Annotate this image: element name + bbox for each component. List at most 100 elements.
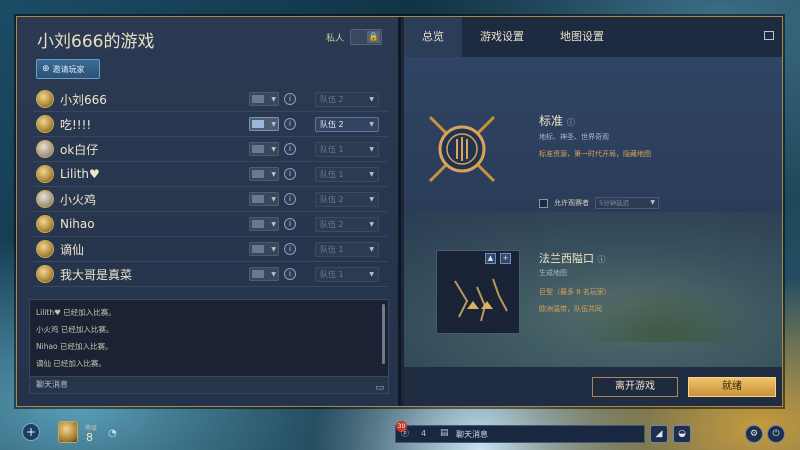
player-avatar-icon <box>36 115 54 133</box>
player-avatar-icon <box>36 190 54 208</box>
civ-select[interactable]: ▼ <box>249 217 279 231</box>
player-row[interactable]: 小火鸡 ▼ i 队伍 2 ▼ <box>33 187 388 212</box>
chevron-down-icon: ▼ <box>369 221 374 228</box>
info-icon[interactable]: ⓘ <box>598 255 606 264</box>
map-section: ▲ + 法兰西隘口 ⓘ 生成地图 巨型（最多 8 名玩家） 欧洲温带，队伍共同 <box>404 212 782 367</box>
chat-box: Lilith♥ 已经加入比赛。 小火鸡 已经加入比赛。 Nihao 已经加入比赛。谪… <box>29 299 389 394</box>
add-map-icon[interactable]: + <box>500 253 511 264</box>
map-biome: 欧洲温带，队伍共同 <box>539 305 602 313</box>
collapse-icon[interactable] <box>764 31 774 40</box>
team-select[interactable]: 队伍 2 ▼ <box>315 217 379 232</box>
info-icon[interactable]: i <box>284 193 296 205</box>
tab-overview[interactable]: 总览 <box>404 17 462 57</box>
civ-select[interactable]: ▼ <box>249 167 279 181</box>
level-value: 8 <box>86 431 93 444</box>
info-icon[interactable]: i <box>284 168 296 180</box>
chevron-down-icon: ▼ <box>271 195 276 203</box>
team-select[interactable]: 队伍 1 ▼ <box>315 142 379 157</box>
player-name: 小刘666 <box>60 92 107 107</box>
ruleset-section: 标准 ⓘ 地标、神圣、世界奇观 标准资源，第一时代开局，隐藏地图 允许观赛者 5… <box>404 57 782 212</box>
chat-line: Nihao 已经加入比赛。 <box>36 342 113 351</box>
spectator-checkbox[interactable] <box>539 198 548 208</box>
player-row[interactable]: Nihao ▼ i 队伍 2 ▼ <box>33 212 388 237</box>
hud-social-bar[interactable]: 30 ⓟ 4 ▤ 聊天消息 <box>395 421 645 443</box>
team-value: 队伍 2 <box>320 95 344 104</box>
civ-select[interactable]: ▼ <box>249 192 279 206</box>
civ-select[interactable]: ▼ <box>249 117 279 131</box>
chevron-down-icon: ▼ <box>369 121 374 128</box>
civ-select[interactable]: ▼ <box>249 267 279 281</box>
player-row[interactable]: 吃!!!! ▼ i 队伍 2 ▼ <box>33 112 388 137</box>
private-toggle[interactable]: 🔒 <box>350 29 382 45</box>
team-value: 队伍 1 <box>320 270 344 279</box>
chat-icon[interactable]: ▤ <box>440 428 449 438</box>
tab-game-settings[interactable]: 游戏设置 <box>462 17 542 57</box>
wifi-icon: ◔ <box>108 428 117 439</box>
friends-icon[interactable]: ⓟ <box>401 428 409 439</box>
player-row[interactable]: 我大哥是真菜 ▼ i 队伍 1 ▼ <box>33 262 388 287</box>
favorite-map-icon[interactable]: ▲ <box>485 253 496 264</box>
chevron-down-icon: ▼ <box>369 146 374 153</box>
map-thumbnail[interactable]: ▲ + <box>436 250 520 334</box>
player-row[interactable]: ok白仔 ▼ i 队伍 1 ▼ <box>33 137 388 162</box>
civ-flag-icon <box>252 95 264 103</box>
team-select[interactable]: 队伍 2 ▼ <box>315 192 379 207</box>
info-icon[interactable]: ⓘ <box>567 118 575 127</box>
player-name: Nihao <box>60 217 95 231</box>
tab-map-settings[interactable]: 地图设置 <box>542 17 622 57</box>
hud-chat-label: 聊天消息 <box>456 430 488 439</box>
hud-left: + <box>22 423 40 441</box>
lobby-title: 小刘666的游戏 <box>37 32 155 52</box>
chevron-down-icon: ▼ <box>271 170 276 178</box>
chevron-down-icon: ▼ <box>369 96 374 103</box>
ruleset-subtitle: 地标、神圣、世界奇观 <box>539 133 609 141</box>
chevron-down-icon: ▼ <box>271 120 276 128</box>
chat-input[interactable]: 聊天消息 ▭ <box>30 376 388 393</box>
team-value: 队伍 2 <box>320 220 344 229</box>
spectator-delay-select[interactable]: 5分钟延迟 ▼ <box>595 197 659 209</box>
helmet-icon[interactable]: ◒ <box>673 425 691 443</box>
civ-flag-icon <box>252 220 264 228</box>
team-select[interactable]: 队伍 2 ▼ <box>315 117 379 132</box>
player-row[interactable]: Lilith♥ ▼ i 队伍 1 ▼ <box>33 162 388 187</box>
player-row[interactable]: 谪仙 ▼ i 队伍 1 ▼ <box>33 237 388 262</box>
info-icon[interactable]: i <box>284 143 296 155</box>
team-select[interactable]: 队伍 1 ▼ <box>315 167 379 182</box>
lock-icon: 🔒 <box>367 31 380 43</box>
player-row[interactable]: 小刘666 ▼ i 队伍 2 ▼ <box>33 87 388 112</box>
chat-bubble-icon[interactable]: ▭ <box>375 380 384 396</box>
civ-flag-icon <box>252 195 264 203</box>
info-icon[interactable]: i <box>284 243 296 255</box>
lobby-window: 小刘666的游戏 私人 🔒 ⊕ 邀请玩家 小刘666 ▼ i 队伍 2 ▼ 吃!… <box>16 16 783 407</box>
player-list: 小刘666 ▼ i 队伍 2 ▼ 吃!!!! ▼ i 队伍 2 ▼ ok白仔 ▼… <box>33 87 388 287</box>
player-name: 吃!!!! <box>60 117 92 132</box>
player-avatar-icon <box>36 140 54 158</box>
chevron-down-icon: ▼ <box>271 95 276 103</box>
power-icon[interactable]: ⏻ <box>767 425 785 443</box>
civ-flag-icon <box>252 270 264 278</box>
gear-icon[interactable]: ⚙ <box>745 425 763 443</box>
add-icon[interactable]: + <box>22 423 40 441</box>
team-select[interactable]: 队伍 1 ▼ <box>315 242 379 257</box>
team-select[interactable]: 队伍 1 ▼ <box>315 267 379 282</box>
info-icon[interactable]: i <box>284 268 296 280</box>
civ-select[interactable]: ▼ <box>249 242 279 256</box>
civ-select[interactable]: ▼ <box>249 92 279 106</box>
hud-player-card[interactable]: 等级 8 <box>58 419 114 447</box>
info-icon[interactable]: i <box>284 93 296 105</box>
invite-player-button[interactable]: ⊕ 邀请玩家 <box>36 59 100 79</box>
chevron-down-icon: ▼ <box>369 271 374 278</box>
leave-game-button[interactable]: 离开游戏 <box>592 377 678 397</box>
info-icon[interactable]: i <box>284 218 296 230</box>
map-size: 巨型（最多 8 名玩家） <box>539 288 611 296</box>
chat-scrollbar[interactable] <box>382 304 385 364</box>
horn-icon[interactable]: ◢ <box>650 425 668 443</box>
civ-select[interactable]: ▼ <box>249 142 279 156</box>
team-select[interactable]: 队伍 2 ▼ <box>315 92 379 107</box>
ruleset-emblem-icon <box>428 115 496 183</box>
chevron-down-icon: ▼ <box>369 246 374 253</box>
info-icon[interactable]: i <box>284 118 296 130</box>
player-name: 小火鸡 <box>60 192 97 207</box>
team-value: 队伍 1 <box>320 170 344 179</box>
ready-button[interactable]: 就绪 <box>688 377 776 397</box>
